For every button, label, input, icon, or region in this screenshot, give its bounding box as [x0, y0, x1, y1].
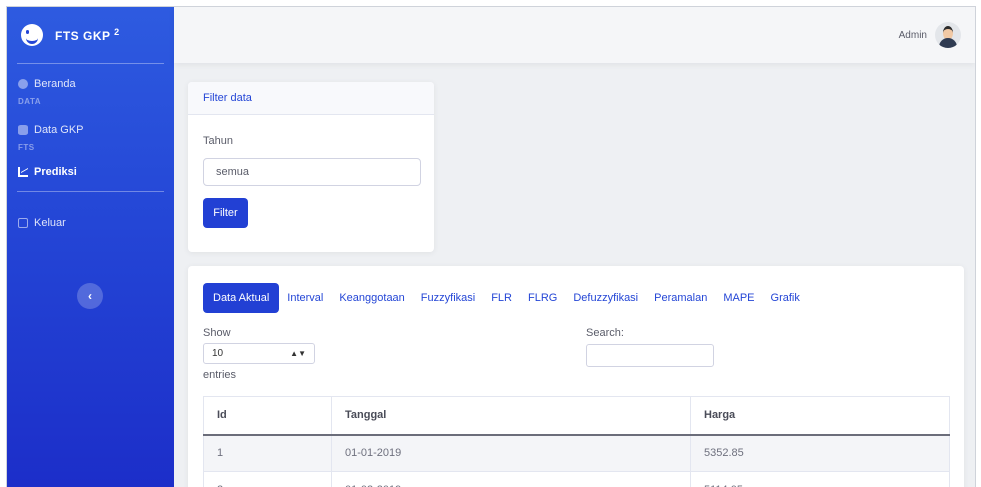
topbar: Admin: [174, 7, 975, 63]
sidebar-item-beranda[interactable]: Beranda: [7, 73, 174, 95]
database-icon: [18, 125, 28, 135]
entries-select[interactable]: 10 ▲▼: [203, 343, 315, 364]
tab-fuzzyfikasi[interactable]: Fuzzyfikasi: [413, 283, 483, 313]
chevron-left-icon: ‹: [88, 289, 92, 303]
filter-card-title: Filter data: [188, 82, 434, 115]
user-name[interactable]: Admin: [899, 30, 927, 41]
sidebar-toggle-button[interactable]: ‹: [77, 283, 103, 309]
column-header-id[interactable]: Id: [203, 396, 332, 436]
tab-flr[interactable]: FLR: [483, 283, 520, 313]
sidebar-item-data-gkp[interactable]: Data GKP: [7, 119, 174, 141]
show-label: Show: [203, 327, 231, 339]
sidebar-item-label: Keluar: [34, 217, 66, 229]
table-row: 1 01-01-2019 5352.85: [203, 434, 950, 472]
search-input[interactable]: [586, 344, 714, 367]
entries-select-value: 10: [212, 348, 224, 359]
tab-mape[interactable]: MAPE: [715, 283, 762, 313]
user-avatar-icon[interactable]: [935, 22, 961, 48]
sidebar-heading-data: DATA: [18, 97, 42, 106]
search-control: Search:: [586, 327, 714, 367]
tab-grafik[interactable]: Grafik: [763, 283, 808, 313]
year-select[interactable]: semua: [203, 158, 421, 186]
table-row: 2 01-02-2019 5114.05: [203, 471, 950, 487]
sidebar: FTS GKP 2 Beranda DATA Data GKP FTS Pred…: [7, 7, 174, 487]
laugh-wink-icon: [21, 24, 43, 46]
datatable-controls: Show 10 ▲▼ entries Search:: [203, 327, 949, 387]
brand-name: FTS GKP 2: [55, 27, 120, 43]
cell-tanggal: 01-02-2019: [331, 471, 691, 487]
cell-harga: 5352.85: [690, 434, 950, 472]
data-table: Id Tanggal Harga 1 01-01-2019 5352.85 2 …: [203, 396, 950, 487]
cell-id: 2: [203, 471, 332, 487]
length-control: Show 10 ▲▼ entries: [203, 327, 315, 381]
cell-id: 1: [203, 434, 332, 472]
chart-line-icon: [18, 167, 28, 177]
app-window: FTS GKP 2 Beranda DATA Data GKP FTS Pred…: [6, 6, 976, 487]
table-header-row: Id Tanggal Harga: [203, 396, 950, 436]
sidebar-item-label: Prediksi: [34, 166, 77, 178]
entries-label: entries: [203, 369, 237, 381]
tab-peramalan[interactable]: Peramalan: [646, 283, 715, 313]
sidebar-item-label: Beranda: [34, 78, 76, 90]
filter-button[interactable]: Filter: [203, 198, 248, 228]
tab-data-aktual[interactable]: Data Aktual: [203, 283, 280, 313]
sidebar-item-prediksi[interactable]: Prediksi: [7, 161, 174, 183]
sidebar-item-keluar[interactable]: Keluar: [7, 212, 174, 234]
sign-out-icon: [18, 218, 28, 228]
updown-caret-icon: ▲▼: [290, 349, 306, 358]
filter-card: Filter data Tahun semua Filter: [188, 82, 434, 252]
brand[interactable]: FTS GKP 2: [7, 7, 174, 63]
gauge-icon: [18, 79, 28, 89]
tab-keanggotaan[interactable]: Keanggotaan: [331, 283, 412, 313]
cell-tanggal: 01-01-2019: [331, 434, 691, 472]
tab-defuzzyfikasi[interactable]: Defuzzyfikasi: [565, 283, 646, 313]
tab-flrg[interactable]: FLRG: [520, 283, 565, 313]
tab-interval[interactable]: Interval: [279, 283, 331, 313]
sidebar-heading-fts: FTS: [18, 143, 35, 152]
year-select-value: semua: [216, 166, 250, 178]
cell-harga: 5114.05: [690, 471, 950, 487]
year-label: Tahun: [203, 135, 233, 147]
results-card: Data Aktual Interval Keanggotaan Fuzzyfi…: [188, 266, 964, 487]
column-header-harga[interactable]: Harga: [690, 396, 950, 436]
sidebar-item-label: Data GKP: [34, 124, 84, 136]
search-label: Search:: [586, 327, 624, 339]
column-header-tanggal[interactable]: Tanggal: [331, 396, 691, 436]
result-tabs: Data Aktual Interval Keanggotaan Fuzzyfi…: [203, 283, 808, 313]
